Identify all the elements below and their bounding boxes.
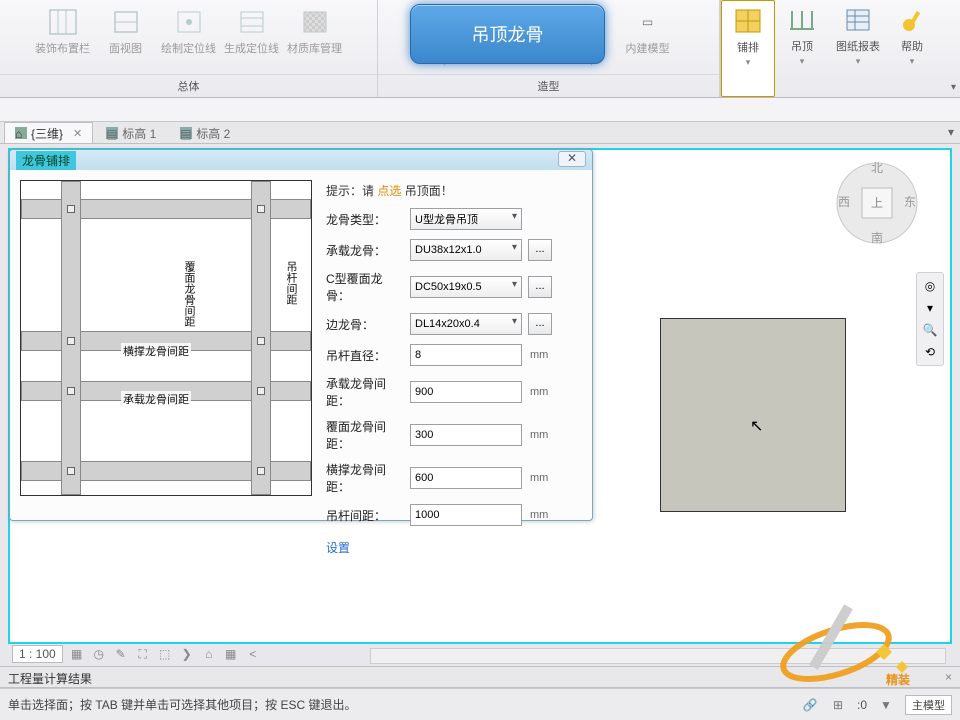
rb-material-lib[interactable]: 材质库管理	[283, 2, 346, 74]
label-bearing-sp: 承载龙骨间距：	[326, 375, 404, 409]
vs-icon[interactable]: <	[245, 646, 261, 662]
label-cross-sp: 横撑龙骨间距：	[326, 461, 404, 495]
keel-layout-dialog: 龙骨铺排 ✕ 横撑龙骨间距 承载龙骨间距 覆面龙骨间距 吊杆间距 提示：请 点选…	[9, 149, 593, 521]
tool-steering-icon[interactable]: ◎	[925, 279, 935, 293]
more-edge-button[interactable]: ...	[528, 313, 552, 335]
ribbon-collapse-icon[interactable]: ▾	[951, 82, 956, 93]
label-edge: 边龙骨：	[326, 316, 404, 333]
sheet-icon: ▤	[180, 127, 192, 139]
vs-icon[interactable]: ⬚	[157, 646, 173, 662]
rb-help[interactable]: 帮助▾	[887, 0, 937, 97]
settings-link[interactable]: 设置	[326, 539, 582, 556]
view-side-tools: ◎ ▾ 🔍 ⟲	[916, 272, 944, 366]
vs-icon[interactable]: ◷	[91, 646, 107, 662]
ribbon-right: 铺排▾ 吊顶▾ 图纸报表▾ 帮助▾	[720, 0, 937, 97]
keel-preview: 横撑龙骨间距 承载龙骨间距 覆面龙骨间距 吊杆间距	[20, 180, 312, 496]
label-type: 龙骨类型：	[326, 211, 404, 228]
svg-text:精装: 精装	[886, 672, 910, 687]
rb-shape-5[interactable]: ▭内建模型	[619, 2, 677, 74]
dialog-title: 龙骨铺排	[16, 151, 76, 170]
brand-watermark: 精装	[766, 592, 926, 692]
highlight-ceiling-keel[interactable]: 吊顶龙骨	[410, 4, 605, 64]
status-icon[interactable]: 🔗	[801, 696, 819, 714]
sheet-icon: ▤	[106, 127, 118, 139]
rb-tile[interactable]: 铺排▾	[721, 0, 775, 97]
status-zero: :0	[857, 698, 867, 712]
more-bearing-button[interactable]: ...	[528, 239, 552, 261]
status-icon[interactable]: ⊞	[829, 696, 847, 714]
select-bearing-keel[interactable]	[410, 239, 522, 261]
status-message: 单击选择面；按 TAB 键并单击可选择其他项目；按 ESC 键退出。	[8, 696, 356, 713]
label-face-sp: 覆面龙骨间距：	[326, 418, 404, 452]
view-control-bar: 1 : 100 ▦ ◷ ✎ ⛶ ⬚ ❯ ⌂ ▦ <	[12, 644, 261, 664]
svg-text:西: 西	[838, 195, 850, 209]
vs-icon[interactable]: ▦	[69, 646, 85, 662]
svg-text:上: 上	[871, 196, 883, 210]
view-tabs: ⌂{三维}✕ ▤标高 1 ▤标高 2 ▾	[0, 122, 960, 144]
tab-level1[interactable]: ▤标高 1	[95, 122, 167, 143]
input-rod-spacing[interactable]	[410, 504, 522, 526]
svg-text:东: 东	[904, 195, 916, 209]
input-rod-diameter[interactable]	[410, 344, 522, 366]
rb-decor-layout[interactable]: 装饰布置栏	[31, 2, 94, 74]
rb-ceiling[interactable]: 吊顶▾	[775, 0, 829, 97]
rb-report[interactable]: 图纸报表▾	[829, 0, 887, 97]
label-cface: C型覆面龙骨：	[326, 270, 404, 304]
result-close-icon[interactable]: ×	[945, 670, 952, 684]
tab-3d[interactable]: ⌂{三维}✕	[4, 122, 93, 143]
ribbon-left: 装饰布置栏 面视图 绘制定位线 生成定位线 材质库管理 总体 ◈点□▾ 〰饰线▾…	[0, 0, 720, 97]
status-model-select[interactable]: 主模型	[905, 695, 952, 715]
ribbon-group-label-overall: 总体	[0, 74, 377, 97]
scale-display[interactable]: 1 : 100	[12, 645, 63, 663]
label-bearing: 承载龙骨：	[326, 242, 404, 259]
status-bar: 单击选择面；按 TAB 键并单击可选择其他项目；按 ESC 键退出。 🔗 ⊞ :…	[0, 688, 960, 720]
home-icon: ⌂	[15, 127, 27, 139]
vs-icon[interactable]: ⛶	[135, 646, 151, 662]
rb-face-view[interactable]: 面视图	[94, 2, 157, 74]
rb-gen-locate[interactable]: 生成定位线	[220, 2, 283, 74]
select-keel-type[interactable]	[410, 208, 522, 230]
cursor-icon: ↖	[750, 416, 763, 436]
status-filter-icon[interactable]: ▼	[877, 696, 895, 714]
nav-n: 北	[871, 161, 883, 175]
rb-draw-locate[interactable]: 绘制定位线	[157, 2, 220, 74]
close-icon[interactable]: ✕	[73, 127, 82, 140]
select-cface-keel[interactable]	[410, 276, 522, 298]
vs-icon[interactable]: ✎	[113, 646, 129, 662]
dialog-close-button[interactable]: ✕	[558, 151, 586, 167]
input-bearing-spacing[interactable]	[410, 381, 522, 403]
input-face-spacing[interactable]	[410, 424, 522, 446]
dialog-titlebar[interactable]: 龙骨铺排 ✕	[10, 150, 592, 170]
ceiling-face[interactable]	[660, 318, 846, 512]
tab-level2[interactable]: ▤标高 2	[169, 122, 241, 143]
tool-hand-icon[interactable]: ▾	[927, 301, 933, 315]
tabs-menu-icon[interactable]: ▾	[948, 125, 954, 139]
vs-icon[interactable]: ▦	[223, 646, 239, 662]
ribbon-group-label-shape: 造型	[378, 74, 719, 97]
tool-zoom-icon[interactable]: 🔍	[923, 323, 938, 337]
result-title: 工程量计算结果	[8, 670, 92, 684]
label-rod-dia: 吊杆直径：	[326, 347, 404, 364]
vs-icon[interactable]: ⌂	[201, 646, 217, 662]
ribbon-group-overall: 装饰布置栏 面视图 绘制定位线 生成定位线 材质库管理 总体	[0, 0, 378, 97]
vs-icon[interactable]: ❯	[179, 646, 195, 662]
more-cface-button[interactable]: ...	[528, 276, 552, 298]
label-rod-sp: 吊杆间距：	[326, 507, 404, 524]
select-edge-keel[interactable]	[410, 313, 522, 335]
tool-orbit-icon[interactable]: ⟲	[925, 345, 935, 359]
quick-access-bar	[0, 98, 960, 122]
keel-form: 提示：请 点选 吊顶面！ 龙骨类型： 承载龙骨：... C型覆面龙骨：... 边…	[326, 180, 582, 556]
svg-text:南: 南	[871, 230, 883, 245]
nav-cube[interactable]: 北 南 东 西 上	[832, 158, 922, 248]
ribbon: 装饰布置栏 面视图 绘制定位线 生成定位线 材质库管理 总体 ◈点□▾ 〰饰线▾…	[0, 0, 960, 98]
input-cross-spacing[interactable]	[410, 467, 522, 489]
hint-text: 提示：请 点选 吊顶面！	[326, 182, 582, 199]
